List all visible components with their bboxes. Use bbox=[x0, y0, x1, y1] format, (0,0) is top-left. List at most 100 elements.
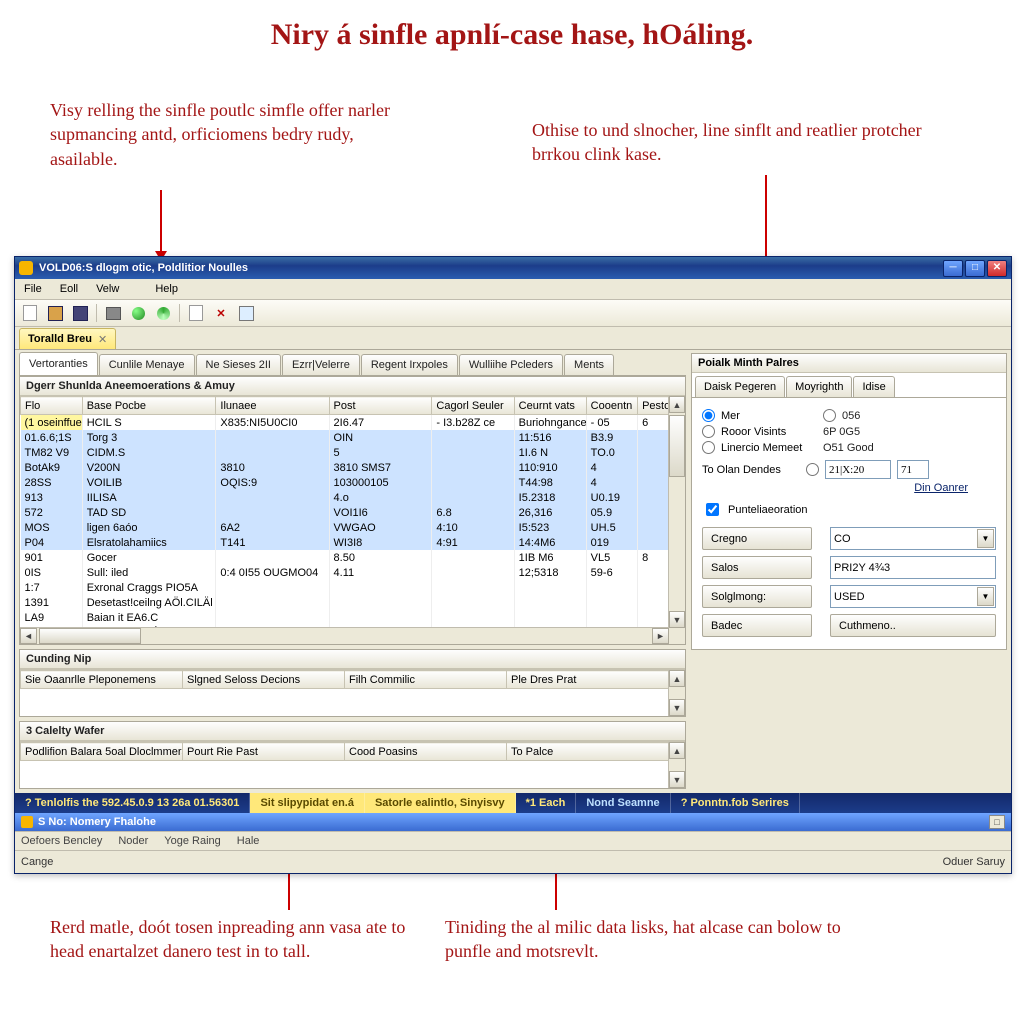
col-header[interactable]: Sie Oaanrlle Pleponemens bbox=[21, 671, 183, 689]
to-input[interactable] bbox=[825, 460, 891, 479]
col-header[interactable]: Flo bbox=[21, 397, 83, 415]
low-grid-vscroll[interactable]: ▲▼ bbox=[668, 742, 685, 788]
scroll-down-icon[interactable]: ▼ bbox=[669, 771, 685, 788]
table-row[interactable]: 01.6.6;1STorg 3OIN11:516B3.9 bbox=[21, 430, 669, 445]
menu-help[interactable]: Help bbox=[146, 279, 187, 299]
subtab-2[interactable]: Ne Sieses 2II bbox=[196, 354, 281, 375]
maximize-button[interactable]: □ bbox=[965, 260, 985, 277]
menu-edit[interactable]: Eoll bbox=[51, 279, 87, 299]
to-extra-input[interactable] bbox=[897, 460, 929, 479]
form-label-btn[interactable]: Cregno bbox=[702, 527, 812, 550]
col-header[interactable]: Cagorl Seuler bbox=[432, 397, 514, 415]
minimize-button[interactable]: ─ bbox=[943, 260, 963, 277]
scroll-up-icon[interactable]: ▲ bbox=[669, 742, 685, 759]
col-header[interactable]: Podlifion Balara 5oal Dloclmmers bbox=[21, 743, 183, 761]
second-restore-icon[interactable]: □ bbox=[989, 815, 1005, 829]
toolbar-print-icon[interactable] bbox=[102, 302, 124, 324]
status-seg-3[interactable]: Satorle ealintlo, Sinyisvy bbox=[365, 793, 516, 813]
toolbar-delete-icon[interactable]: ✕ bbox=[210, 302, 232, 324]
menu-file[interactable]: File bbox=[15, 279, 51, 299]
titlebar[interactable]: VOLD06:S dlogm otic, Poldlitior Noulles … bbox=[15, 257, 1011, 279]
table-row[interactable]: 1391Desetast!ceilng AÖl.CILÄl bbox=[21, 595, 669, 610]
status-seg-2[interactable]: Sit slipypidat en.á bbox=[250, 793, 365, 813]
smenu-3[interactable]: Hale bbox=[237, 835, 260, 847]
smenu-2[interactable]: Yoge Raing bbox=[164, 835, 220, 847]
scroll-down-icon[interactable]: ▼ bbox=[669, 611, 685, 628]
low-grid[interactable]: Podlifion Balara 5oal DloclmmersPourt Ri… bbox=[20, 742, 669, 776]
close-button[interactable]: ✕ bbox=[987, 260, 1007, 277]
table-row[interactable]: LA9Baian it EA6.C bbox=[21, 610, 669, 625]
radio-2[interactable] bbox=[702, 441, 715, 454]
main-grid-hscroll[interactable]: ◄ ► bbox=[20, 627, 669, 644]
table-row[interactable]: P04ElsratolahamiicsT141WI3I84:9114:4M601… bbox=[21, 535, 669, 550]
rp-tab-0[interactable]: Daisk Pegeren bbox=[695, 376, 785, 397]
scroll-right-icon[interactable]: ► bbox=[652, 628, 669, 644]
form-action-btn[interactable]: Cuthmeno.. bbox=[830, 614, 996, 637]
right-link[interactable]: Din Oanrer bbox=[914, 482, 968, 494]
radio-1[interactable] bbox=[702, 425, 715, 438]
table-row[interactable]: BotAk9V200N38103810 SMS7110:9104 bbox=[21, 460, 669, 475]
col-header[interactable]: Ple Dres Prat bbox=[507, 671, 669, 689]
table-row[interactable]: 0ISSull: iled0:4 0I55 OUGMO044.1112;5318… bbox=[21, 565, 669, 580]
radio-0b[interactable] bbox=[823, 409, 836, 422]
table-row[interactable]: 913IILISA4.oI5.2318U0.19 bbox=[21, 490, 669, 505]
toolbar-refresh-icon[interactable] bbox=[152, 302, 174, 324]
scroll-hthumb[interactable] bbox=[39, 628, 141, 644]
chevron-down-icon[interactable]: ▼ bbox=[977, 529, 994, 548]
radio-0[interactable] bbox=[702, 409, 715, 422]
mid-grid[interactable]: Sie Oaanrlle PleponemensSlgned Seloss De… bbox=[20, 670, 669, 704]
form-combo[interactable]: USED▼ bbox=[830, 585, 996, 608]
table-row[interactable]: MOSligen 6aóo6A2VWGAO4:10I5:523UH.5 bbox=[21, 520, 669, 535]
subtab-4[interactable]: Regent Irxpoles bbox=[361, 354, 458, 375]
col-header[interactable]: Filh Commilic bbox=[345, 671, 507, 689]
table-row[interactable]: 572TAD SDVOI1I66.826,31605.9 bbox=[21, 505, 669, 520]
file-tab-close-icon[interactable]: ✕ bbox=[98, 333, 107, 346]
scroll-up-icon[interactable]: ▲ bbox=[669, 670, 685, 687]
subtab-6[interactable]: Ments bbox=[564, 354, 614, 375]
subtab-1[interactable]: Cunlile Menaye bbox=[99, 354, 195, 375]
table-row[interactable]: 901Gocer8.501IB M6VL58 bbox=[21, 550, 669, 565]
col-header[interactable]: Pestohatrdl bbox=[638, 397, 669, 415]
main-grid[interactable]: FloBase PocbeIlunaeePostCagorl SeulerCeu… bbox=[20, 396, 669, 644]
rp-tab-1[interactable]: Moyrighth bbox=[786, 376, 852, 397]
smenu-1[interactable]: Noder bbox=[118, 835, 148, 847]
form-label-btn[interactable]: Badec bbox=[702, 614, 812, 637]
col-header[interactable]: Base Pocbe bbox=[82, 397, 216, 415]
col-header[interactable]: Ilunaee bbox=[216, 397, 329, 415]
table-row[interactable]: 28SSVOILIBOQIS:9103000105T44:984 bbox=[21, 475, 669, 490]
main-grid-vscroll[interactable]: ▲ ▼ bbox=[668, 396, 685, 628]
scroll-up-icon[interactable]: ▲ bbox=[669, 396, 685, 413]
table-row[interactable]: 1:7Exronal Craggs PIO5A bbox=[21, 580, 669, 595]
col-header[interactable]: Post bbox=[329, 397, 432, 415]
chevron-down-icon[interactable]: ▼ bbox=[977, 587, 994, 606]
form-label-btn[interactable]: Salos bbox=[702, 556, 812, 579]
smenu-0[interactable]: Oefoers Bencley bbox=[21, 835, 102, 847]
scroll-left-icon[interactable]: ◄ bbox=[20, 628, 37, 644]
col-header[interactable]: Cooentn bbox=[586, 397, 637, 415]
toolbar-save-icon[interactable] bbox=[69, 302, 91, 324]
col-header[interactable]: To Palce bbox=[507, 743, 669, 761]
scroll-thumb[interactable] bbox=[669, 415, 685, 477]
toolbar-new-icon[interactable] bbox=[19, 302, 41, 324]
scroll-down-icon[interactable]: ▼ bbox=[669, 699, 685, 716]
col-header[interactable]: Ceurnt vats bbox=[514, 397, 586, 415]
toolbar-rect-icon[interactable] bbox=[235, 302, 257, 324]
col-header[interactable]: Cood Poasins bbox=[345, 743, 507, 761]
toolbar-open-icon[interactable] bbox=[44, 302, 66, 324]
menu-view[interactable]: Velw bbox=[87, 279, 128, 299]
subtab-0[interactable]: Vertoranties bbox=[19, 352, 98, 375]
subtab-3[interactable]: Ezrr|Velerre bbox=[282, 354, 360, 375]
form-label-btn[interactable]: Solglmong: bbox=[702, 585, 812, 608]
form-combo[interactable]: CO▼ bbox=[830, 527, 996, 550]
subtab-5[interactable]: Wulliihe Pcleders bbox=[459, 354, 563, 375]
table-row[interactable]: (1 oseinffuer. WHCIL SX835:NI5U0CI02I6.4… bbox=[21, 415, 669, 431]
file-tab-active[interactable]: Toralld Breu ✕ bbox=[19, 328, 116, 349]
col-header[interactable]: Slgned Seloss Decions bbox=[183, 671, 345, 689]
mid-grid-vscroll[interactable]: ▲▼ bbox=[668, 670, 685, 716]
status-seg-5[interactable]: Nond Seamne bbox=[576, 793, 670, 813]
to-radio[interactable] bbox=[806, 463, 819, 476]
toolbar-globe-icon[interactable] bbox=[127, 302, 149, 324]
bottom-right-label[interactable]: Oduer Saruy bbox=[943, 856, 1005, 868]
toolbar-doc-icon[interactable] bbox=[185, 302, 207, 324]
check-0[interactable] bbox=[706, 503, 719, 516]
